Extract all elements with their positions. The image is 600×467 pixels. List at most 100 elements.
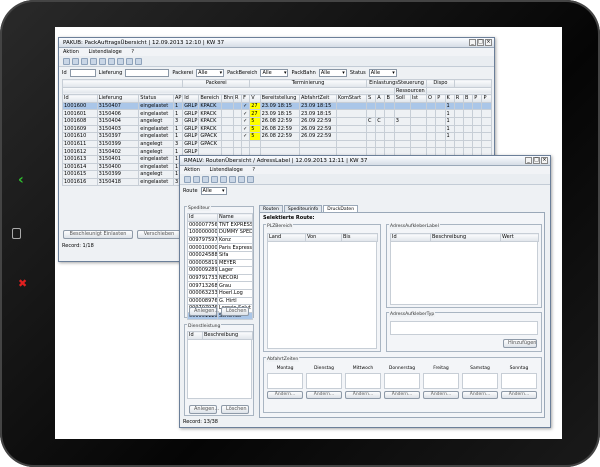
tablet-home-button[interactable] (12, 228, 21, 239)
filter-icon[interactable] (126, 58, 133, 65)
route-select[interactable]: Alle (200, 187, 227, 195)
edit-icon[interactable] (202, 176, 209, 183)
col-f[interactable]: F (241, 94, 251, 103)
spediteur-loeschen-button[interactable]: Löschen (221, 307, 249, 316)
plz-col-von[interactable]: Von (305, 233, 342, 242)
dienstleistung-list[interactable] (187, 339, 252, 399)
dienst-loeschen-button[interactable]: Löschen (221, 405, 249, 414)
col-bhn[interactable]: Bhn (221, 94, 234, 103)
info-icon[interactable] (135, 58, 142, 65)
back-icon[interactable]: ‹ (18, 172, 24, 188)
aendern-button[interactable]: Ändern... (501, 391, 537, 399)
weekday-times-list[interactable] (345, 373, 381, 389)
close-window-icon[interactable]: × (541, 157, 548, 164)
edit-icon[interactable] (81, 58, 88, 65)
weekday-times-list[interactable] (306, 373, 342, 389)
close-icon[interactable]: ✖ (18, 277, 27, 290)
adress-col-id[interactable]: Id (390, 233, 431, 242)
tab-spediteurinfo[interactable]: Spediteurinfo (283, 205, 323, 212)
col-s[interactable]: S (365, 94, 377, 103)
col-abfahrtzeit[interactable]: AbfahrtZeit (298, 94, 337, 103)
col-id[interactable]: Id (62, 94, 98, 103)
table-row[interactable]: 1001608 3150404 angelegt 3 GRLP KPACK ✓ 5 26.08 … (62, 116, 492, 126)
delete-icon[interactable] (220, 176, 227, 183)
list-item[interactable]: 0097132687Grau (187, 281, 253, 290)
aendern-button[interactable]: Ändern... (345, 391, 381, 399)
list-item[interactable]: 0000632331Hoerl.Log (187, 288, 253, 298)
adress-typ-field[interactable] (390, 321, 538, 335)
status-select[interactable]: Alle (368, 69, 397, 77)
col-o[interactable]: O (426, 94, 437, 103)
tab-druckdaten[interactable]: DruckDaten (323, 205, 359, 212)
plz-col-bis[interactable]: Bis (341, 233, 378, 242)
adress-col-wert[interactable]: Wert (500, 233, 539, 242)
dienst-col-id[interactable]: Id (187, 331, 203, 340)
col-b2[interactable]: B (463, 94, 474, 103)
minimize-icon[interactable]: _ (469, 39, 476, 46)
table-row[interactable]: 1001600 3150407 eingelastet 1 GRLP KPACK ✓ 27 23… (62, 101, 492, 111)
refresh-icon[interactable] (184, 176, 191, 183)
menu-listendialoge[interactable]: Listendialoge (89, 49, 122, 55)
menu-aktion[interactable]: Aktion (63, 49, 79, 55)
menu-help[interactable]: ? (131, 49, 134, 55)
col-status[interactable]: Status (138, 94, 174, 103)
weekday-times-list[interactable] (462, 373, 498, 389)
aendern-button[interactable]: Ändern... (462, 391, 498, 399)
packbahn-select[interactable]: Alle (318, 69, 347, 77)
hinzufuegen-button[interactable]: Hinzufügen (503, 339, 537, 348)
packbereich-select[interactable]: Alle (260, 69, 289, 77)
col-ist[interactable]: Ist (409, 94, 428, 103)
aendern-button[interactable]: Ändern... (267, 391, 303, 399)
table-row[interactable]: 1001609 3150403 eingelastet 1 GRLP KPACK ✓ 5 26.… (62, 124, 492, 134)
col-r2[interactable]: R (453, 94, 465, 103)
dienst-col-beschreibung[interactable]: Beschreibung (202, 331, 253, 340)
list-item[interactable]: 0000100004Paris Express N (187, 243, 253, 252)
export-icon[interactable] (238, 176, 245, 183)
refresh-icon[interactable] (63, 58, 70, 65)
list-item[interactable]: 0097975972Konz (187, 235, 253, 245)
col-ap[interactable]: AP (172, 94, 184, 103)
col-bereitstellung[interactable]: Bereitstellung (259, 94, 300, 103)
maximize-icon[interactable]: □ (477, 39, 484, 46)
table-row[interactable]: 1001610 3150397 eingelastet 1 GRLP GPACK ✓ 5 26.… (62, 132, 492, 141)
tab-routen[interactable]: Routen (259, 205, 283, 212)
copy-icon[interactable] (211, 176, 218, 183)
col-b[interactable]: B (384, 94, 395, 103)
col-k[interactable]: K (444, 94, 455, 103)
table-row[interactable]: 1001601 3150406 eingelastet 1 GRLP KPACK ✓ 27 23… (62, 109, 492, 118)
col-r[interactable]: R (233, 94, 243, 103)
new-icon[interactable] (72, 58, 79, 65)
list-item[interactable]: 0000077563TNT EXPRESS (187, 220, 253, 230)
menu-help[interactable]: ? (252, 167, 255, 173)
list-item[interactable]: 0000092897Lager (187, 266, 253, 275)
spediteur-anlegen-button[interactable]: Anlegen... (189, 307, 219, 316)
adress-label-list[interactable] (390, 241, 538, 305)
list-item[interactable]: 0000089769G. Hirtl (187, 296, 253, 306)
aendern-button[interactable]: Ändern... (384, 391, 420, 399)
weekday-times-list[interactable] (501, 373, 537, 389)
menu-aktion[interactable]: Aktion (184, 167, 200, 173)
list-item[interactable]: 0097917334NECORI (187, 273, 253, 283)
col-bereich[interactable]: Bereich (198, 94, 223, 103)
table-row[interactable]: 1001611 3150399 angelegt 3 GRLP GPACK (62, 139, 492, 149)
col-v[interactable]: V (249, 94, 261, 103)
minimize-icon[interactable]: _ (525, 157, 532, 164)
col-lieferung[interactable]: Lieferung (96, 94, 140, 103)
adress-col-beschreibung[interactable]: Beschreibung (430, 233, 501, 242)
list-item[interactable]: 0000058194MEYER (187, 258, 253, 268)
col-soll[interactable]: Soll (393, 94, 411, 103)
maximize-icon[interactable]: □ (533, 157, 540, 164)
weekday-times-list[interactable] (384, 373, 420, 389)
col-komstart[interactable]: KomStart (335, 94, 368, 103)
copy-icon[interactable] (90, 58, 97, 65)
print-icon[interactable] (108, 58, 115, 65)
id-input[interactable] (69, 69, 96, 77)
export-icon[interactable] (117, 58, 124, 65)
col-p3[interactable]: P (481, 94, 492, 103)
print-icon[interactable] (229, 176, 236, 183)
weekday-times-list[interactable] (423, 373, 459, 389)
packerei-select[interactable]: Alle (196, 69, 225, 77)
aendern-button[interactable]: Ändern... (306, 391, 342, 399)
col-packerei-id[interactable]: Id (182, 94, 200, 103)
sped-col-name[interactable]: Name (217, 213, 253, 222)
